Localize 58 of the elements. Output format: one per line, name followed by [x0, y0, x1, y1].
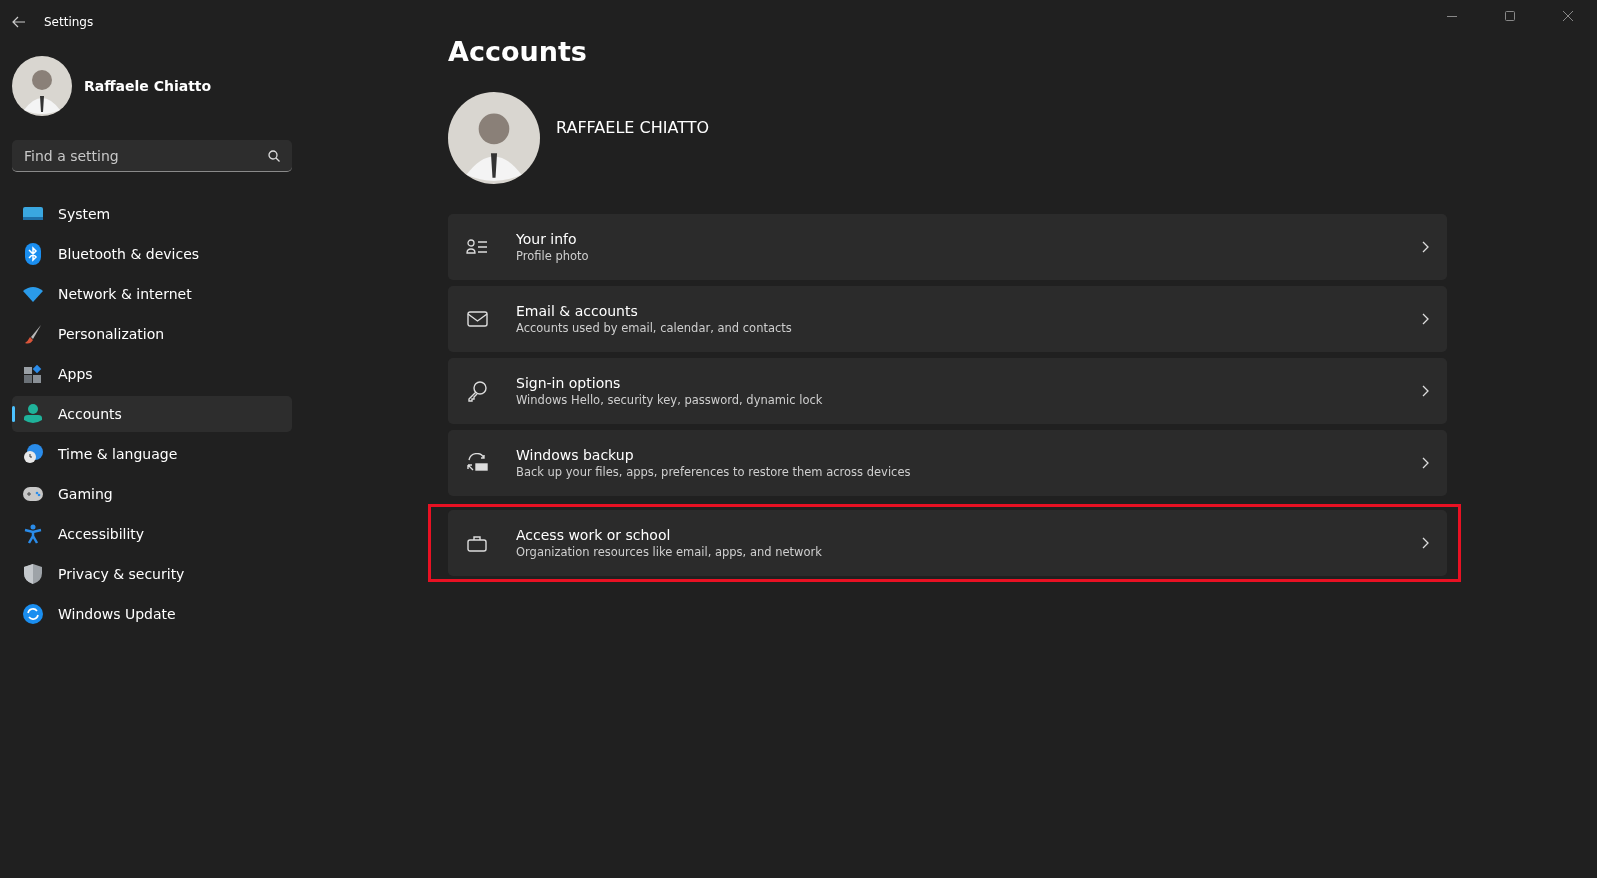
monitor-icon	[23, 206, 43, 222]
maximize-icon[interactable]	[1505, 11, 1515, 21]
minimize-icon[interactable]	[1447, 15, 1457, 17]
settings-card[interactable]: Email & accounts Accounts used by email, calendar, and contacts	[448, 286, 1447, 352]
settings-card[interactable]: Your info Profile photo	[448, 214, 1447, 280]
accessibility-icon	[24, 524, 42, 544]
wifi-icon	[23, 286, 43, 302]
account-name: RAFFAELE CHIATTO	[556, 117, 709, 137]
sidebar-item[interactable]: Accounts	[12, 396, 292, 432]
update-icon	[23, 604, 43, 624]
sidebar-item[interactable]: Windows Update	[12, 596, 292, 632]
bluetooth-icon	[25, 243, 41, 265]
card-title: Access work or school	[516, 527, 672, 543]
sidebar-item[interactable]: Apps	[12, 356, 292, 392]
chevron-right-icon	[1422, 457, 1429, 469]
close-icon[interactable]	[1563, 11, 1573, 21]
sidebar-item[interactable]: Bluetooth & devices	[12, 236, 292, 272]
chevron-right-icon	[1422, 385, 1429, 397]
gamepad-icon	[23, 487, 43, 501]
settings-card[interactable]: Sign-in options Windows Hello, security key, password, dynamic lock	[448, 358, 1447, 424]
card-subtitle: Windows Hello, security key, password, dynamic lock	[516, 393, 824, 407]
card-subtitle: Profile photo	[516, 249, 590, 263]
card-title: Email & accounts	[516, 303, 639, 319]
chevron-right-icon	[1422, 537, 1429, 549]
chevron-right-icon	[1422, 313, 1429, 325]
card-title: Windows backup	[516, 447, 635, 463]
settings-card[interactable]: Windows backup Back up your files, apps, preferences to restore them across devices	[448, 430, 1447, 496]
window-title: Settings	[44, 15, 94, 29]
user-name: Raffaele Chiatto	[84, 78, 212, 94]
sidebar-item[interactable]: Network & internet	[12, 276, 292, 312]
chevron-right-icon	[1422, 241, 1429, 253]
card-title: Sign-in options	[516, 375, 622, 391]
shield-icon	[24, 564, 42, 584]
card-title: Your info	[516, 231, 578, 247]
briefcase-icon	[467, 534, 487, 552]
person-icon	[24, 404, 42, 424]
page-title: Accounts	[448, 36, 588, 69]
search-icon	[268, 150, 280, 162]
key-icon	[467, 380, 487, 402]
apps-icon	[24, 365, 42, 383]
envelope-icon	[466, 311, 488, 327]
sidebar-item[interactable]: Personalization	[12, 316, 292, 352]
sidebar-item[interactable]: Privacy & security	[12, 556, 292, 592]
avatar-photo	[12, 56, 72, 116]
paintbrush-icon	[24, 324, 42, 344]
settings-card[interactable]: Access work or school Organization resources like email, apps, and network	[448, 510, 1447, 576]
card-subtitle: Back up your files, apps, preferences to restore them across devices	[516, 465, 912, 479]
sidebar-item[interactable]: System	[12, 196, 292, 232]
backup-icon	[466, 453, 488, 473]
search-field[interactable]: Find a setting	[12, 140, 292, 172]
back-arrow-icon[interactable]	[12, 16, 26, 28]
sidebar-item[interactable]: Time & language	[12, 436, 292, 472]
card-subtitle: Accounts used by email, calendar, and contacts	[516, 321, 793, 335]
card-subtitle: Organization resources like email, apps, and network	[516, 545, 823, 559]
sidebar-item[interactable]: Accessibility	[12, 516, 292, 552]
sidebar-item[interactable]: Gaming	[12, 476, 292, 512]
person-list-icon	[466, 239, 488, 255]
globe-clock-icon	[23, 444, 43, 464]
